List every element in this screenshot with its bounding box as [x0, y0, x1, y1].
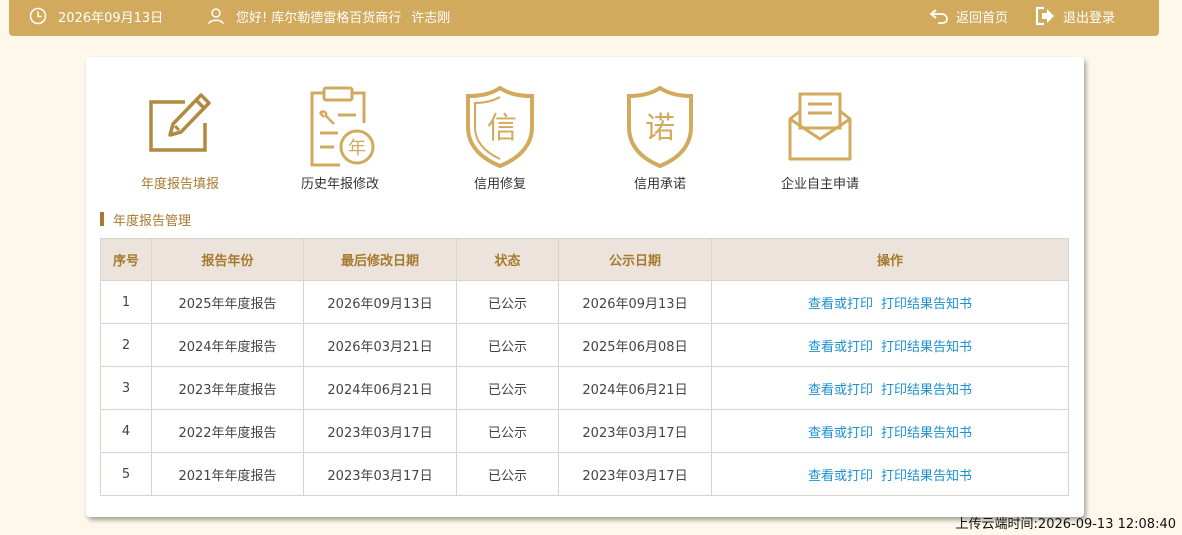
shield-xin-icon: 信: [466, 85, 534, 169]
print-notice-link[interactable]: 打印结果告知书: [881, 297, 972, 312]
cell-year: 2021年年度报告: [151, 452, 304, 496]
cell-no: 5: [100, 452, 152, 496]
table-row: 3 2023年年度报告 2024年06月21日 已公示 2024年06月21日 …: [100, 366, 1069, 410]
menu-label: 企业自主申请: [780, 177, 859, 192]
cell-no: 3: [100, 366, 152, 410]
print-notice-link[interactable]: 打印结果告知书: [881, 426, 972, 441]
cell-published: 2026年09月13日: [558, 280, 712, 324]
section-title: 年度报告管理: [100, 211, 192, 229]
cell-modified: 2024年06月21日: [303, 366, 457, 410]
view-print-link[interactable]: 查看或打印: [808, 383, 873, 398]
cell-published: 2023年03月17日: [558, 452, 712, 496]
xin-glyph: 信: [487, 111, 517, 146]
menu-label: 信用承诺: [633, 177, 686, 192]
header-published: 公示日期: [558, 238, 712, 281]
cell-no: 4: [100, 409, 152, 453]
view-print-link[interactable]: 查看或打印: [808, 297, 873, 312]
envelope-icon: [788, 92, 852, 161]
cell-year: 2023年年度报告: [151, 366, 304, 410]
print-notice-link[interactable]: 打印结果告知书: [881, 340, 972, 355]
cell-year: 2025年年度报告: [151, 280, 304, 324]
menu-label: 信用修复: [473, 177, 526, 192]
clock-icon: [29, 7, 47, 25]
table-row: 5 2021年年度报告 2023年03月17日 已公示 2023年03月17日 …: [100, 452, 1069, 496]
print-notice-link[interactable]: 打印结果告知书: [881, 469, 972, 484]
return-arrow-icon: [929, 9, 948, 24]
cell-status: 已公示: [456, 323, 559, 367]
menu-item-credit-repair[interactable]: 信 信用修复: [435, 81, 565, 192]
cell-status: 已公示: [456, 366, 559, 410]
shield-nuo-icon: 诺: [627, 85, 693, 169]
title-marker: [100, 212, 104, 226]
print-notice-link[interactable]: 打印结果告知书: [881, 383, 972, 398]
view-print-link[interactable]: 查看或打印: [808, 469, 873, 484]
cell-published: 2023年03月17日: [558, 409, 712, 453]
menu-item-annual-report[interactable]: 年度报告填报: [115, 81, 245, 192]
cell-no: 1: [100, 280, 152, 324]
cell-actions: 查看或打印 打印结果告知书: [711, 280, 1069, 324]
table-header-row: 序号 报告年份 最后修改日期 状态 公示日期 操作: [100, 238, 1069, 281]
date-display: 2026年09月13日: [29, 0, 163, 32]
cell-actions: 查看或打印 打印结果告知书: [711, 409, 1069, 453]
cell-actions: 查看或打印 打印结果告知书: [711, 452, 1069, 496]
clipboard-year-icon: 年: [310, 86, 375, 167]
header-no: 序号: [100, 238, 152, 281]
view-print-link[interactable]: 查看或打印: [808, 426, 873, 441]
header-status: 状态: [456, 238, 559, 281]
menu-label: 年度报告填报: [140, 177, 219, 192]
cell-modified: 2023年03月17日: [303, 452, 457, 496]
user-name: 许志刚: [411, 10, 451, 26]
table-row: 4 2022年年度报告 2023年03月17日 已公示 2023年03月17日 …: [100, 409, 1069, 453]
greeting-text: 您好!: [236, 10, 268, 26]
menu-item-credit-commitment[interactable]: 诺 信用承诺: [595, 81, 725, 192]
cell-actions: 查看或打印 打印结果告知书: [711, 366, 1069, 410]
cell-modified: 2026年03月21日: [303, 323, 457, 367]
cell-modified: 2023年03月17日: [303, 409, 457, 453]
menu-item-history-edit[interactable]: 年 历史年报修改: [275, 81, 405, 192]
cell-year: 2022年年度报告: [151, 409, 304, 453]
cell-published: 2024年06月21日: [558, 366, 712, 410]
cell-status: 已公示: [456, 409, 559, 453]
cell-status: 已公示: [456, 280, 559, 324]
table-row: 1 2025年年度报告 2026年09月13日 已公示 2026年09月13日 …: [100, 280, 1069, 324]
header-year: 报告年份: [151, 238, 304, 281]
upload-time: 上传云端时间:2026-09-13 12:08:40: [955, 517, 1176, 532]
cell-modified: 2026年09月13日: [303, 280, 457, 324]
cell-no: 2: [100, 323, 152, 367]
edit-form-icon: [149, 93, 211, 152]
menu-item-self-application[interactable]: 企业自主申请: [755, 81, 885, 192]
company-name: 库尔勒德雷格百货商行: [271, 10, 402, 26]
report-table: 序号 报告年份 最后修改日期 状态 公示日期 操作 1 2025年年度报告 20…: [100, 238, 1069, 496]
current-date: 2026年09月13日: [58, 10, 164, 26]
logout-button[interactable]: 退出登录: [1034, 0, 1115, 32]
header-actions: 操作: [711, 238, 1069, 281]
cell-published: 2025年06月08日: [558, 323, 712, 367]
home-button[interactable]: 返回首页: [929, 0, 1008, 32]
user-info: 您好! 库尔勒德雷格百货商行 许志刚: [207, 0, 450, 32]
cell-status: 已公示: [456, 452, 559, 496]
header-modified: 最后修改日期: [303, 238, 457, 281]
year-glyph: 年: [348, 138, 366, 159]
function-menu: 年度报告填报 年 历史年报修改 信 信用修复 诺 信用承诺 企业自主申请: [86, 81, 1084, 192]
user-icon: [208, 8, 224, 25]
nuo-glyph: 诺: [645, 111, 675, 146]
cell-actions: 查看或打印 打印结果告知书: [711, 323, 1069, 367]
home-label: 返回首页: [956, 10, 1009, 26]
table-row: 2 2024年年度报告 2026年03月21日 已公示 2025年06月08日 …: [100, 323, 1069, 367]
main-panel: 年度报告填报 年 历史年报修改 信 信用修复 诺 信用承诺 企业自主申请 年度报…: [86, 57, 1084, 517]
cell-year: 2024年年度报告: [151, 323, 304, 367]
section-title-text: 年度报告管理: [113, 213, 192, 229]
view-print-link[interactable]: 查看或打印: [808, 340, 873, 355]
top-bar: 2026年09月13日 您好! 库尔勒德雷格百货商行 许志刚 返回首页 退出登录: [9, 0, 1159, 36]
logout-label: 退出登录: [1063, 10, 1116, 26]
menu-label: 历史年报修改: [300, 177, 379, 192]
logout-icon: [1035, 6, 1054, 26]
